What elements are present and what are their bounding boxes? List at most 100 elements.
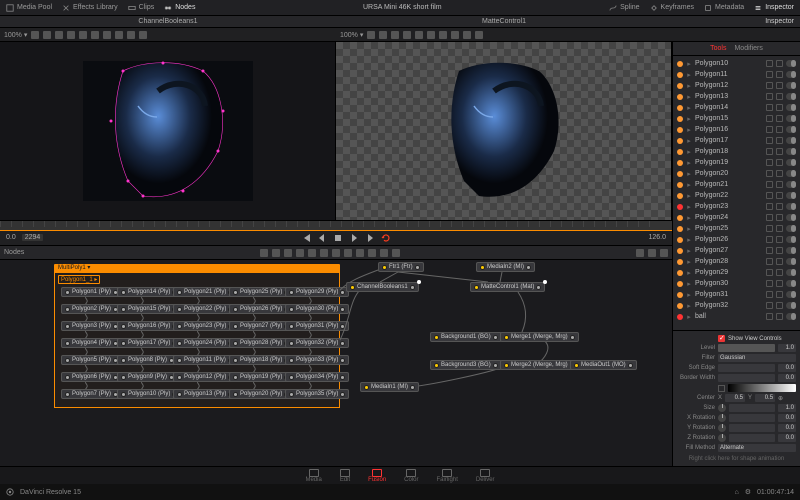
viewer-tool-icon[interactable] xyxy=(427,31,435,39)
node-mc[interactable]: MatteControl1 (Mat) xyxy=(470,282,545,292)
gear-icon[interactable]: ⚙ xyxy=(745,488,751,496)
node-port[interactable] xyxy=(177,324,182,329)
polygon-node[interactable]: Polygon4 (Ply) xyxy=(61,338,122,348)
node-port[interactable] xyxy=(121,392,126,397)
polygon-node[interactable]: Polygon13 (Ply) xyxy=(173,389,237,399)
viewer-tool-icon[interactable] xyxy=(415,31,423,39)
filter-dropdown[interactable]: Gaussian xyxy=(718,354,796,362)
node-tool-icon[interactable] xyxy=(368,249,376,257)
viewer-tool-icon[interactable] xyxy=(115,31,123,39)
viewer-tool-icon[interactable] xyxy=(379,31,387,39)
node-tool-icon[interactable] xyxy=(272,249,280,257)
inspector-item[interactable]: ▸Polygon10 xyxy=(673,58,800,69)
polygon-node[interactable]: Polygon23 (Ply) xyxy=(173,321,237,331)
viewer-tool-icon[interactable] xyxy=(55,31,63,39)
inspector-item[interactable]: ▸Polygon18 xyxy=(673,146,800,157)
expand-icon[interactable]: ▸ xyxy=(686,170,692,178)
node-input-port[interactable] xyxy=(504,363,509,368)
reset-icon[interactable] xyxy=(776,104,783,111)
expand-icon[interactable]: ▸ xyxy=(686,148,692,156)
border-width-slider[interactable] xyxy=(718,374,775,382)
inspector-item[interactable]: ▸Polygon19 xyxy=(673,157,800,168)
inspector-item[interactable]: ▸Polygon30 xyxy=(673,278,800,289)
expand-icon[interactable]: ▸ xyxy=(686,280,692,288)
node-input-port[interactable] xyxy=(382,265,387,270)
polygon-node[interactable]: Polygon7 (Ply) xyxy=(61,389,122,399)
stop-icon[interactable] xyxy=(333,233,343,243)
keyframe-toggle-icon[interactable] xyxy=(766,137,773,144)
node-tool-icon[interactable] xyxy=(356,249,364,257)
keyframe-toggle-icon[interactable] xyxy=(766,170,773,177)
node-output-port[interactable] xyxy=(415,265,420,270)
inspector-tab-modifiers[interactable]: Modifiers xyxy=(734,45,762,52)
expand-icon[interactable]: ▸ xyxy=(686,258,692,266)
viewer-tool-icon[interactable] xyxy=(391,31,399,39)
node-output-port[interactable] xyxy=(493,335,498,340)
reset-icon[interactable] xyxy=(776,291,783,298)
reset-icon[interactable] xyxy=(776,225,783,232)
loop-icon[interactable] xyxy=(381,233,391,243)
reset-icon[interactable] xyxy=(776,247,783,254)
tab-clips[interactable]: Clips xyxy=(128,4,155,12)
polygon-node[interactable]: Polygon35 (Ply) xyxy=(285,389,349,399)
polygon-node[interactable]: Polygon32 (Ply) xyxy=(285,338,349,348)
viewer-tool-icon[interactable] xyxy=(43,31,51,39)
node-port[interactable] xyxy=(233,290,238,295)
expand-icon[interactable]: ▸ xyxy=(686,302,692,310)
keyframe-toggle-icon[interactable] xyxy=(766,236,773,243)
polygon-node[interactable]: Polygon16 (Ply) xyxy=(117,321,181,331)
expand-icon[interactable]: ▸ xyxy=(686,93,692,101)
polygon-node[interactable]: Polygon34 (Ply) xyxy=(285,372,349,382)
keyframe-toggle-icon[interactable] xyxy=(766,203,773,210)
node-port[interactable] xyxy=(65,290,70,295)
node-input-port[interactable] xyxy=(480,265,485,270)
keyframe-toggle-icon[interactable] xyxy=(766,280,773,287)
node-input-port[interactable] xyxy=(364,385,369,390)
node-output-port[interactable] xyxy=(493,363,498,368)
node-port[interactable] xyxy=(289,307,294,312)
keyframe-toggle-icon[interactable] xyxy=(766,181,773,188)
node-port[interactable] xyxy=(233,375,238,380)
keyframe-toggle-icon[interactable] xyxy=(766,291,773,298)
inspector-item[interactable]: ▸Polygon28 xyxy=(673,256,800,267)
center-x-input[interactable]: 0.5 xyxy=(725,394,745,402)
node-mo1[interactable]: MediaOut1 (MO) xyxy=(570,360,637,370)
node-port[interactable] xyxy=(177,341,182,346)
reset-icon[interactable] xyxy=(776,280,783,287)
node-tool-icon[interactable] xyxy=(344,249,352,257)
reset-icon[interactable] xyxy=(776,126,783,133)
home-icon[interactable]: ⌂ xyxy=(735,489,739,496)
enable-toggle[interactable] xyxy=(786,214,796,221)
node-tool-icon[interactable] xyxy=(320,249,328,257)
enable-toggle[interactable] xyxy=(786,269,796,276)
node-ftr[interactable]: Ftr1 (Ftr) xyxy=(378,262,424,272)
tab-inspector[interactable]: Inspector xyxy=(754,4,794,12)
page-deliver[interactable]: Deliver xyxy=(476,469,495,483)
reset-icon[interactable] xyxy=(776,269,783,276)
page-fairlight[interactable]: Fairlight xyxy=(437,469,458,483)
node-input-port[interactable] xyxy=(434,363,439,368)
polygon-node[interactable]: Polygon20 (Ply) xyxy=(229,389,293,399)
polygon-node[interactable]: Polygon11 (Ply) xyxy=(173,355,237,365)
node-tool-icon[interactable] xyxy=(260,249,268,257)
node-cb[interactable]: ChannelBooleans1 xyxy=(346,282,419,292)
inspector-item[interactable]: ▸Polygon17 xyxy=(673,135,800,146)
reset-icon[interactable] xyxy=(776,159,783,166)
expand-icon[interactable]: ▸ xyxy=(686,192,692,200)
inspector-item[interactable]: ▸Polygon20 xyxy=(673,168,800,179)
node-bg[interactable]: Background1 (BG) xyxy=(430,332,502,342)
node-port[interactable] xyxy=(289,375,294,380)
enable-toggle[interactable] xyxy=(786,225,796,232)
polygon-node[interactable]: Polygon18 (Ply) xyxy=(229,355,293,365)
polygon-node[interactable]: Polygon1 (Ply) xyxy=(61,287,122,297)
node-port[interactable] xyxy=(65,375,70,380)
color-swatch[interactable] xyxy=(718,385,725,392)
keyframe-toggle-icon[interactable] xyxy=(766,159,773,166)
subgroup-header[interactable]: Polygon1_1 ▸ xyxy=(58,275,100,284)
go-start-icon[interactable] xyxy=(301,233,311,243)
inspector-item[interactable]: ▸Polygon16 xyxy=(673,124,800,135)
viewer-tool-icon[interactable] xyxy=(67,31,75,39)
keyframe-toggle-icon[interactable] xyxy=(766,192,773,199)
expand-icon[interactable]: ▸ xyxy=(686,60,692,68)
inspector-item[interactable]: ▸Polygon24 xyxy=(673,212,800,223)
